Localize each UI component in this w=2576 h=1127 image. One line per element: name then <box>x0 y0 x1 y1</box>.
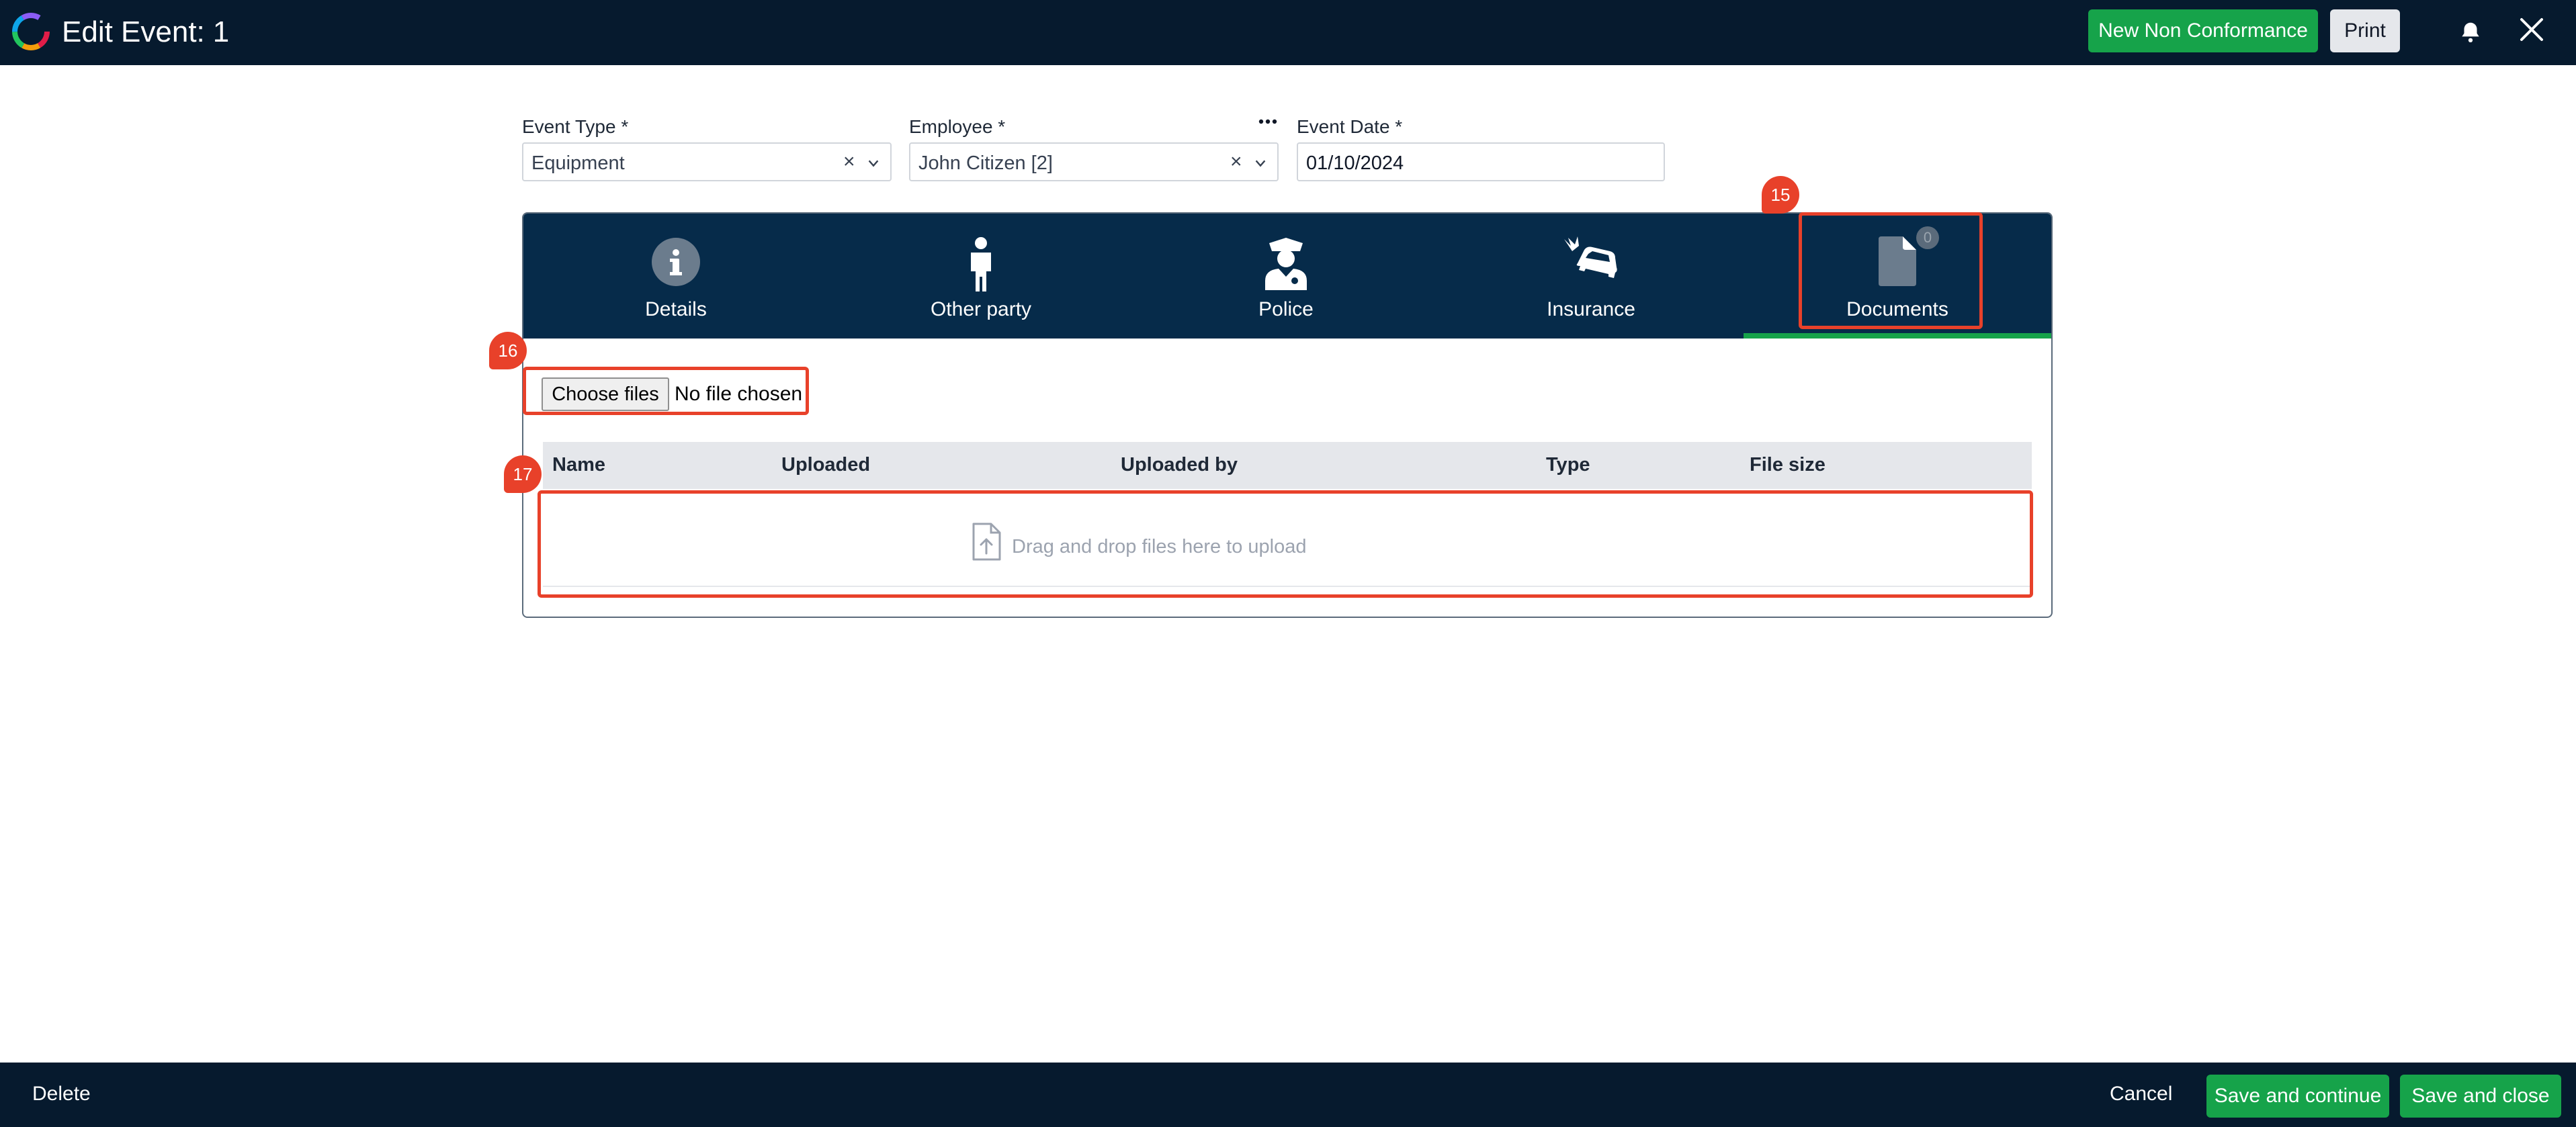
annotation-badge-16: 16 <box>489 332 527 369</box>
annotation-badge-17: 17 <box>504 455 542 493</box>
new-non-conformance-button[interactable]: New Non Conformance <box>2088 9 2318 52</box>
column-header-type[interactable]: Type <box>1546 454 1590 476</box>
save-and-continue-button[interactable]: Save and continue <box>2206 1075 2389 1118</box>
event-date-label: Event Date * <box>1297 116 1403 137</box>
bottom-bar: Delete Cancel Save and continue Save and… <box>0 1063 2576 1127</box>
car-crash-icon <box>1564 236 1617 278</box>
annotation-box-15 <box>1799 212 1983 329</box>
more-options-icon[interactable] <box>1258 118 1278 126</box>
employee-value: John Citizen [2] <box>918 152 1053 174</box>
police-officer-icon <box>1265 238 1307 290</box>
delete-button[interactable]: Delete <box>32 1083 91 1106</box>
top-bar: Edit Event: 1 New Non Conformance Print <box>0 0 2576 65</box>
employee-select[interactable]: John Citizen [2] × <box>909 142 1279 181</box>
page-title-text: Edit Event: <box>62 15 205 48</box>
cancel-button[interactable]: Cancel <box>2110 1083 2172 1106</box>
tab-insurance-label: Insurance <box>1547 298 1635 320</box>
tab-details[interactable]: Details <box>523 214 828 339</box>
chevron-down-icon[interactable] <box>1253 156 1268 171</box>
info-icon <box>652 238 700 286</box>
event-type-value: Equipment <box>531 152 625 174</box>
annotation-box-16 <box>523 367 809 415</box>
close-icon[interactable] <box>2518 16 2545 43</box>
event-date-value: 01/10/2024 <box>1306 152 1404 174</box>
event-type-select[interactable]: Equipment × <box>522 142 892 181</box>
page-title: Edit Event: 1 <box>62 12 229 52</box>
tab-other-party[interactable]: Other party <box>828 214 1133 339</box>
chevron-down-icon[interactable] <box>866 156 881 171</box>
bell-icon[interactable] <box>2458 19 2483 46</box>
event-date-input[interactable]: 01/10/2024 <box>1297 142 1665 181</box>
event-type-clear-icon[interactable]: × <box>843 150 855 173</box>
column-header-uploaded-by[interactable]: Uploaded by <box>1121 454 1238 476</box>
column-header-name[interactable]: Name <box>552 454 605 476</box>
documents-table-header: Name Uploaded Uploaded by Type File size <box>543 442 2032 489</box>
save-and-close-button[interactable]: Save and close <box>2400 1075 2561 1118</box>
print-button[interactable]: Print <box>2330 9 2400 52</box>
event-number: 1 <box>212 15 230 48</box>
tab-details-label: Details <box>645 298 707 320</box>
logo-icon <box>12 13 50 50</box>
tab-other-party-label: Other party <box>930 298 1032 320</box>
annotation-badge-15: 15 <box>1762 176 1799 214</box>
tab-police-label: Police <box>1258 298 1314 320</box>
tab-police[interactable]: Police <box>1133 214 1439 339</box>
event-type-label: Event Type * <box>522 116 629 137</box>
employee-clear-icon[interactable]: × <box>1230 150 1242 173</box>
employee-label: Employee * <box>909 116 1006 137</box>
person-icon <box>971 237 991 291</box>
tab-insurance[interactable]: Insurance <box>1439 214 1744 339</box>
annotation-box-17 <box>538 490 2033 598</box>
column-header-file-size[interactable]: File size <box>1750 454 1826 476</box>
column-header-uploaded[interactable]: Uploaded <box>781 454 870 476</box>
